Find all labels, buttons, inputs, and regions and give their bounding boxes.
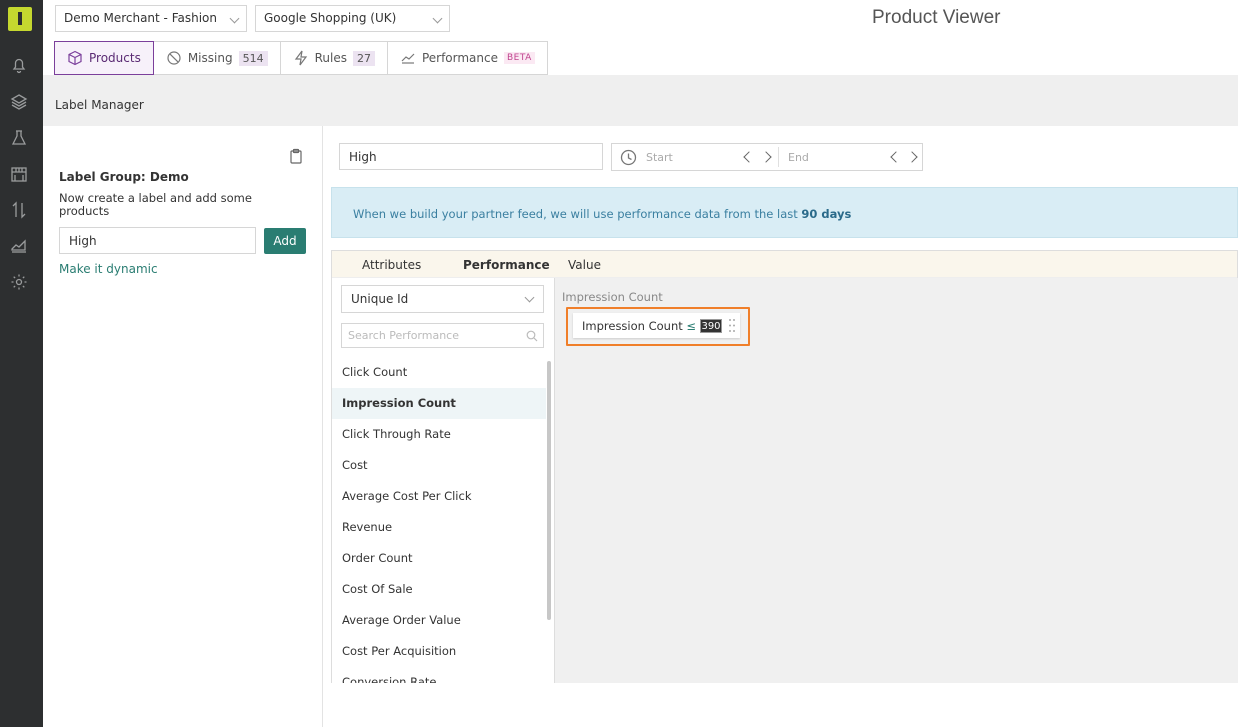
- tab-missing[interactable]: Missing 514: [153, 41, 281, 75]
- date-range-picker[interactable]: Start End: [611, 143, 923, 171]
- condition-text: Impression Count ≤ 3: [582, 319, 707, 333]
- merchant-select-value: Demo Merchant - Fashion: [64, 11, 217, 25]
- match-count-badge: 390: [700, 319, 722, 333]
- date-separator: [778, 147, 779, 167]
- tab-performance[interactable]: Performance BETA: [387, 41, 548, 75]
- tab-performance-label: Performance: [421, 51, 498, 65]
- list-item[interactable]: Click Through Rate: [332, 419, 546, 450]
- list-item[interactable]: Cost: [332, 450, 546, 481]
- label-group-help: Now create a label and add some products: [59, 191, 252, 218]
- bell-icon[interactable]: [9, 55, 29, 75]
- chevron-down-icon: [524, 292, 535, 303]
- condition-highlight: Impression Count ≤ 3 390: [566, 307, 750, 346]
- area-chart-icon[interactable]: [9, 236, 29, 256]
- tab-rules-label: Rules: [314, 51, 347, 65]
- tab-missing-label: Missing: [187, 51, 233, 65]
- condition-field: Impression Count: [582, 319, 683, 333]
- list-item[interactable]: Average Order Value: [332, 605, 546, 636]
- logo-icon[interactable]: [8, 7, 32, 31]
- list-item[interactable]: Cost Of Sale: [332, 574, 546, 605]
- app-title: Product Viewer: [872, 7, 1001, 28]
- flask-icon[interactable]: [9, 128, 29, 148]
- tab-attributes[interactable]: Attributes: [362, 258, 421, 272]
- label-group-panel: Label Group: Demo Now create a label and…: [43, 126, 323, 727]
- info-banner: When we build your partner feed, we will…: [331, 187, 1238, 238]
- condition-area: Impression Count Impression Count ≤ 3 39…: [555, 278, 1238, 683]
- store-icon[interactable]: [9, 164, 29, 184]
- search-icon: [526, 330, 538, 342]
- missing-count-badge: 514: [238, 50, 268, 66]
- label-manager-bar: Label Manager: [43, 75, 1238, 126]
- unique-id-select[interactable]: Unique Id: [341, 285, 544, 313]
- unique-id-select-value: Unique Id: [351, 292, 409, 306]
- tab-value[interactable]: Value: [568, 258, 601, 272]
- chevron-down-icon: [229, 13, 240, 24]
- builder-tabs: Attributes Performance Value: [332, 251, 1237, 278]
- label-editor: Start End When we build your partner fee…: [323, 126, 1238, 727]
- main-tabs: Products Missing 514 Rules 27 Performanc…: [54, 41, 548, 75]
- tab-performance-metrics[interactable]: Performance: [463, 258, 550, 272]
- chevron-right-icon[interactable]: [760, 151, 772, 163]
- page-title: Label Manager: [55, 98, 144, 112]
- list-item[interactable]: Impression Count: [332, 388, 546, 419]
- channel-select-value: Google Shopping (UK): [264, 11, 397, 25]
- list-item[interactable]: Revenue: [332, 512, 546, 543]
- layers-icon[interactable]: [9, 92, 29, 112]
- list-item[interactable]: Average Cost Per Click: [332, 481, 546, 512]
- metric-column: Unique Id Click Count Impression Count C…: [332, 278, 555, 683]
- rules-count-badge: 27: [352, 50, 375, 66]
- metric-list: Click Count Impression Count Click Throu…: [332, 357, 546, 683]
- date-end-field[interactable]: End: [788, 151, 809, 164]
- left-rail: [0, 0, 43, 727]
- tab-products[interactable]: Products: [54, 41, 154, 75]
- search-performance-input[interactable]: [341, 323, 544, 348]
- chevron-down-icon: [432, 13, 443, 24]
- info-banner-days: 90 days: [801, 207, 852, 221]
- bolt-icon: [294, 50, 307, 66]
- date-start-field[interactable]: Start: [646, 151, 673, 164]
- channel-select[interactable]: Google Shopping (UK): [255, 5, 450, 32]
- beta-badge: BETA: [504, 52, 535, 64]
- gear-icon[interactable]: [9, 272, 29, 292]
- merchant-select[interactable]: Demo Merchant - Fashion: [55, 5, 247, 32]
- tab-products-label: Products: [89, 51, 141, 65]
- label-name-input[interactable]: [59, 227, 256, 254]
- clock-icon: [620, 149, 637, 166]
- chevron-left-icon[interactable]: [743, 151, 755, 163]
- ban-icon: [167, 51, 181, 65]
- label-group-title: Label Group: Demo: [59, 170, 189, 184]
- chevron-left-icon[interactable]: [890, 151, 902, 163]
- rule-builder: Attributes Performance Value Unique Id C…: [331, 250, 1238, 683]
- list-item[interactable]: Conversion Rate: [332, 667, 546, 683]
- scrollbar-thumb[interactable]: [547, 361, 551, 620]
- list-item[interactable]: Click Count: [332, 357, 546, 388]
- clipboard-icon[interactable]: [289, 148, 303, 164]
- drag-handle-icon[interactable]: [728, 317, 736, 334]
- condition-chip[interactable]: Impression Count ≤ 3 390: [573, 313, 740, 338]
- add-button[interactable]: Add: [264, 228, 306, 254]
- info-banner-lead: When we build your partner feed, we will…: [353, 207, 802, 221]
- sort-arrows-icon[interactable]: [9, 200, 29, 220]
- info-banner-text: When we build your partner feed, we will…: [353, 207, 851, 221]
- label-title-input[interactable]: [339, 143, 603, 170]
- condition-group-label: Impression Count: [562, 290, 663, 304]
- make-dynamic-link[interactable]: Make it dynamic: [59, 262, 158, 276]
- chevron-right-icon[interactable]: [906, 151, 918, 163]
- box-icon: [68, 50, 82, 66]
- list-item[interactable]: Cost Per Acquisition: [332, 636, 546, 667]
- tab-rules[interactable]: Rules 27: [280, 41, 388, 75]
- list-item[interactable]: Order Count: [332, 543, 546, 574]
- chart-icon: [401, 53, 415, 64]
